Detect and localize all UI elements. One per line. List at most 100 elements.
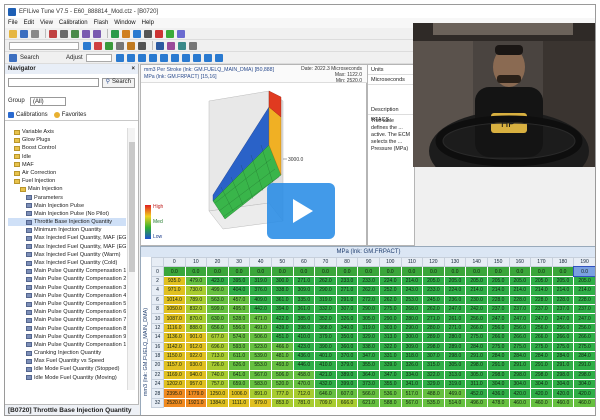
- menu-edit[interactable]: Edit: [24, 20, 34, 26]
- tree-item[interactable]: Cranking Injection Quantity: [8, 349, 126, 357]
- grid-cell[interactable]: 355.0: [378, 379, 402, 390]
- grid-cell[interactable]: 1136.0: [163, 332, 186, 343]
- tree-item[interactable]: Main Pulse Quantity Compensation 7: [8, 316, 126, 324]
- grid-cell[interactable]: 262.0: [314, 275, 337, 287]
- grid-cell[interactable]: 298.0: [530, 369, 553, 381]
- grid-cell[interactable]: 307.0: [422, 350, 445, 362]
- grid-cell[interactable]: 291.0: [486, 360, 510, 371]
- grid-cell[interactable]: 214.0: [465, 285, 488, 296]
- grid-cell[interactable]: 439.0: [270, 322, 294, 334]
- grid-cell[interactable]: 290.0: [378, 313, 402, 324]
- grid-cell[interactable]: 611.0: [227, 350, 251, 362]
- grid-cell[interactable]: 284.0: [551, 350, 575, 362]
- grid-cell[interactable]: 272.0: [357, 294, 380, 305]
- grid-cell[interactable]: 930.0: [184, 360, 208, 371]
- grid-cell[interactable]: 252.0: [378, 285, 402, 296]
- grid-cell[interactable]: 262.0: [378, 294, 402, 305]
- grid-cell[interactable]: 458.0: [292, 369, 316, 381]
- tree-item[interactable]: Idle Mode Fuel Quantity (Moving): [8, 374, 126, 382]
- grid-cell[interactable]: 289.0: [422, 332, 445, 343]
- grid-cell[interactable]: 583.0: [249, 379, 272, 390]
- grid-cell[interactable]: 214.0: [573, 285, 595, 296]
- grid-cell[interactable]: 656.0: [206, 322, 229, 334]
- grid-cell[interactable]: 352.0: [314, 313, 337, 324]
- grid-cell[interactable]: 553.0: [249, 360, 272, 371]
- grid-cell[interactable]: 599.0: [206, 303, 229, 315]
- grid-cell[interactable]: 355.0: [357, 360, 380, 371]
- grid-cell[interactable]: 247.0: [443, 303, 467, 315]
- grid-cell[interactable]: 870.0: [184, 313, 208, 324]
- grid-cell[interactable]: 517.0: [400, 388, 424, 399]
- grid-cell[interactable]: 593.0: [227, 341, 251, 352]
- tree-item[interactable]: Main Pulse Quantity Compensation 9: [8, 333, 126, 341]
- grid-cell[interactable]: 523.0: [249, 341, 272, 352]
- grid-cell[interactable]: 399.0: [335, 379, 359, 390]
- grid-cell[interactable]: 376.0: [249, 285, 272, 296]
- grid-cell[interactable]: 311.0: [465, 379, 488, 390]
- grid-cell[interactable]: 496.0: [465, 397, 488, 409]
- grid-cell[interactable]: 726.0: [206, 360, 229, 371]
- group-select[interactable]: (All): [30, 96, 66, 106]
- grid-cell[interactable]: 303.0: [378, 322, 402, 334]
- grid-cell[interactable]: 506.0: [249, 332, 272, 343]
- grid-cell[interactable]: 290.0: [357, 303, 380, 315]
- grid-cell[interactable]: 646.0: [314, 388, 337, 399]
- grid-cell[interactable]: 0.0: [486, 266, 510, 277]
- tree-item[interactable]: Main Pulse Quantity Compensation 10: [8, 341, 126, 349]
- grid-cell[interactable]: 514.0: [443, 397, 467, 409]
- grid-cell[interactable]: 291.0: [335, 294, 359, 305]
- calibration-grid[interactable]: 0 10 20 30 40 50 60 70 80 90 100 110 120 130 140 150 160…: [151, 256, 595, 409]
- grid-cell[interactable]: 228.0: [508, 294, 532, 305]
- connect-icon[interactable]: [166, 29, 174, 38]
- grid-cell[interactable]: 460.0: [573, 397, 595, 409]
- grid-cell[interactable]: 319.0: [314, 294, 337, 305]
- grid-cell[interactable]: 275.0: [465, 332, 488, 343]
- read-icon[interactable]: [133, 29, 141, 38]
- tab-favorites[interactable]: Favorites: [53, 112, 86, 118]
- tree-item[interactable]: Idle Mode Fuel Quantity (Stopped): [8, 365, 126, 373]
- menu-file[interactable]: File: [8, 20, 18, 26]
- grid-cell[interactable]: 506.0: [270, 369, 294, 381]
- divide-icon[interactable]: [148, 53, 157, 62]
- grid-cell[interactable]: 305.0: [443, 360, 467, 371]
- grid-cell[interactable]: 696.0: [206, 341, 229, 352]
- grid-cell[interactable]: 0.0: [335, 266, 359, 277]
- tree-item[interactable]: Main Pulse Quantity Compensation 5: [8, 300, 126, 308]
- flash-icon[interactable]: [122, 29, 130, 38]
- grid-cell[interactable]: 912.0: [184, 341, 208, 352]
- compare-icon[interactable]: [144, 29, 152, 38]
- grid-cell[interactable]: 1050.0: [163, 303, 186, 315]
- grid-cell[interactable]: 205.0: [530, 275, 553, 287]
- grid-cell[interactable]: 338.0: [357, 341, 380, 352]
- grid-cell[interactable]: 280.0: [443, 332, 467, 343]
- grid-cell[interactable]: 0.0: [163, 266, 186, 277]
- grid-cell[interactable]: 626.0: [227, 360, 251, 371]
- grid-cell[interactable]: 230.0: [465, 294, 488, 305]
- grid-cell[interactable]: 757.0: [206, 379, 229, 390]
- grid-cell[interactable]: 460.0: [551, 397, 575, 409]
- grid-cell[interactable]: 266.0: [530, 332, 553, 343]
- grid-cell[interactable]: 0.0: [292, 266, 316, 277]
- grid-cell[interactable]: 379.0: [314, 332, 337, 343]
- tree-item[interactable]: Main Injection Pulse (No Pilot): [8, 210, 126, 218]
- menu-help[interactable]: Help: [142, 20, 154, 26]
- grid-cell[interactable]: 341.0: [400, 379, 424, 390]
- search-label[interactable]: Search: [20, 55, 39, 61]
- grid-cell[interactable]: 361.0: [292, 303, 316, 315]
- grid-cell[interactable]: 304.0: [573, 379, 595, 390]
- grid-cell[interactable]: 630.0: [206, 313, 229, 324]
- grid-cell[interactable]: 261.0: [443, 313, 467, 324]
- grid-cell[interactable]: 0.0: [357, 266, 380, 277]
- minus-icon[interactable]: [126, 53, 135, 62]
- grid-cell[interactable]: 401.0: [314, 350, 337, 362]
- grid-cell[interactable]: 266.0: [508, 332, 532, 343]
- grid-cell[interactable]: 237.0: [551, 303, 575, 315]
- interpolate-icon[interactable]: [181, 53, 190, 62]
- grid-cell[interactable]: 309.0: [292, 285, 316, 296]
- grid-cell[interactable]: 0.0: [227, 266, 251, 277]
- grid-cell[interactable]: 421.0: [314, 369, 337, 381]
- grid-cell[interactable]: 563.0: [206, 294, 229, 305]
- grid-cell[interactable]: 318.0: [400, 350, 424, 362]
- grid-cell[interactable]: 247.0: [551, 313, 575, 324]
- undo-icon[interactable]: [82, 29, 90, 38]
